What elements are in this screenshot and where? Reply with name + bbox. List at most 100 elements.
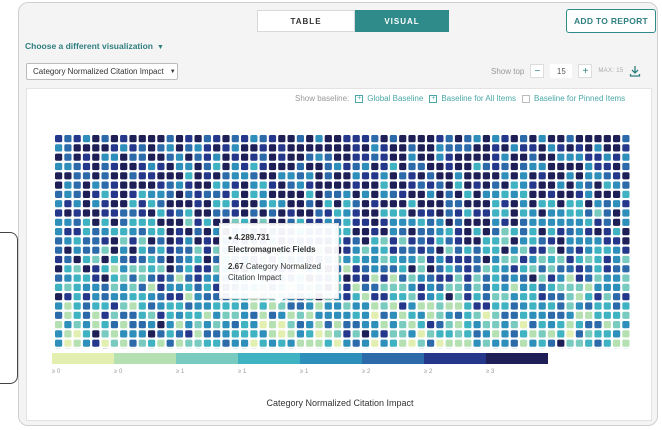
heatmap-cell[interactable] [501, 339, 509, 347]
heatmap-cell[interactable] [575, 237, 583, 245]
heatmap-cell[interactable] [557, 135, 565, 143]
heatmap-cell[interactable] [268, 181, 277, 189]
heatmap-cell[interactable] [473, 209, 481, 217]
heatmap-cell[interactable] [55, 293, 63, 301]
heatmap-cell[interactable] [343, 255, 351, 264]
heatmap-cell[interactable] [296, 209, 304, 217]
heatmap-cell[interactable] [185, 302, 193, 310]
heatmap-cell[interactable] [250, 302, 258, 310]
heatmap-cell[interactable] [166, 135, 174, 143]
heatmap-cell[interactable] [343, 330, 351, 338]
heatmap-cell[interactable] [334, 209, 342, 217]
heatmap-cell[interactable] [73, 181, 81, 189]
heatmap-cell[interactable] [575, 209, 583, 217]
heatmap-cell[interactable] [585, 172, 593, 180]
heatmap-cell[interactable] [482, 190, 490, 198]
heatmap-cell[interactable] [427, 237, 435, 245]
heatmap-cell[interactable] [557, 200, 565, 208]
heatmap-cell[interactable] [436, 274, 444, 282]
heatmap-cell[interactable] [64, 144, 72, 152]
heatmap-cell[interactable] [120, 144, 128, 152]
heatmap-cell[interactable] [166, 218, 174, 226]
heatmap-cell[interactable] [445, 209, 453, 217]
heatmap-cell[interactable] [538, 265, 546, 273]
heatmap-cell[interactable] [166, 274, 174, 282]
heatmap-cell[interactable] [454, 339, 463, 347]
heatmap-cell[interactable] [417, 311, 425, 319]
heatmap-cell[interactable] [55, 135, 63, 143]
heatmap-cell[interactable] [73, 255, 81, 264]
heatmap-cell[interactable] [306, 153, 314, 161]
heatmap-cell[interactable] [613, 237, 621, 245]
add-to-report-button[interactable]: ADD TO REPORT [566, 9, 656, 33]
heatmap-cell[interactable] [520, 181, 528, 189]
heatmap-cell[interactable] [110, 162, 118, 171]
heatmap-cell[interactable] [492, 135, 500, 143]
tab-table[interactable]: TABLE [257, 10, 355, 32]
heatmap-cell[interactable] [464, 311, 472, 319]
heatmap-cell[interactable] [306, 200, 314, 208]
heatmap-cell[interactable] [278, 172, 286, 180]
heatmap-cell[interactable] [520, 283, 528, 291]
heatmap-cell[interactable] [445, 181, 453, 189]
heatmap-cell[interactable] [110, 181, 118, 189]
heatmap-cell[interactable] [427, 218, 435, 226]
heatmap-cell[interactable] [231, 144, 239, 152]
heatmap-cell[interactable] [73, 339, 81, 347]
heatmap-cell[interactable] [547, 330, 556, 338]
heatmap-cell[interactable] [529, 265, 537, 273]
heatmap-cell[interactable] [352, 218, 360, 226]
heatmap-cell[interactable] [585, 321, 593, 329]
heatmap-cell[interactable] [64, 302, 72, 310]
heatmap-cell[interactable] [622, 283, 630, 291]
heatmap-cell[interactable] [55, 321, 63, 329]
heatmap-cell[interactable] [120, 153, 128, 161]
heatmap-cell[interactable] [287, 153, 295, 161]
heatmap-cell[interactable] [278, 181, 286, 189]
heatmap-cell[interactable] [389, 200, 397, 208]
heatmap-cell[interactable] [547, 274, 556, 282]
heatmap-cell[interactable] [343, 200, 351, 208]
heatmap-cell[interactable] [82, 321, 91, 329]
heatmap-cell[interactable] [175, 311, 184, 319]
heatmap-cell[interactable] [399, 339, 407, 347]
heatmap-cell[interactable] [547, 339, 556, 347]
heatmap-cell[interactable] [259, 339, 267, 347]
heatmap-cell[interactable] [110, 265, 118, 273]
heatmap-cell[interactable] [82, 237, 91, 245]
heatmap-cell[interactable] [371, 339, 379, 347]
heatmap-cell[interactable] [334, 311, 342, 319]
heatmap-cell[interactable] [622, 302, 630, 310]
heatmap-cell[interactable] [64, 339, 72, 347]
heatmap-cell[interactable] [315, 190, 323, 198]
heatmap-cell[interactable] [482, 162, 490, 171]
heatmap-cell[interactable] [222, 153, 230, 161]
heatmap-cell[interactable] [575, 265, 583, 273]
heatmap-cell[interactable] [575, 321, 583, 329]
heatmap-cell[interactable] [287, 209, 295, 217]
heatmap-cell[interactable] [380, 321, 388, 329]
heatmap-cell[interactable] [185, 209, 193, 217]
heatmap-cell[interactable] [445, 339, 453, 347]
heatmap-cell[interactable] [129, 283, 137, 291]
heatmap-cell[interactable] [417, 283, 425, 291]
heatmap-cell[interactable] [296, 181, 304, 189]
heatmap-cell[interactable] [445, 172, 453, 180]
heatmap-cell[interactable] [547, 218, 556, 226]
heatmap-cell[interactable] [352, 181, 360, 189]
heatmap-cell[interactable] [492, 330, 500, 338]
heatmap-cell[interactable] [371, 237, 379, 245]
heatmap-cell[interactable] [259, 321, 267, 329]
heatmap-cell[interactable] [389, 218, 397, 226]
heatmap-cell[interactable] [585, 181, 593, 189]
heatmap-cell[interactable] [352, 172, 360, 180]
heatmap-cell[interactable] [110, 153, 118, 161]
heatmap-cell[interactable] [148, 144, 156, 152]
heatmap-cell[interactable] [268, 339, 277, 347]
heatmap-cell[interactable] [529, 255, 537, 264]
heatmap-cell[interactable] [529, 274, 537, 282]
heatmap-cell[interactable] [138, 144, 146, 152]
heatmap-cell[interactable] [603, 321, 611, 329]
heatmap-cell[interactable] [613, 283, 621, 291]
heatmap-cell[interactable] [492, 265, 500, 273]
